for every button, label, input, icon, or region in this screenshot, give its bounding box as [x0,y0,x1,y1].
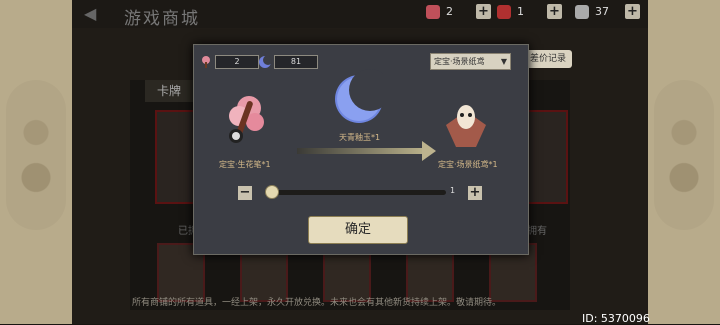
dragon-ornament-right [654,80,714,230]
cherry-blossom-icon [202,56,210,68]
resource-value: 2 [446,5,453,18]
jade-crescent-icon [335,69,384,123]
quantity-slider-track[interactable] [270,190,446,195]
resource-flower: 2 + [426,4,491,19]
chevron-down-icon: ▼ [500,57,507,66]
jade-crescent-icon [259,55,272,68]
tab-card[interactable]: 卡牌 [145,80,193,102]
add-resource-button[interactable]: + [476,4,491,19]
source-item-label: 定宝·生花笔*1 [219,160,271,169]
confirm-button[interactable]: 确定 [308,216,408,244]
increase-quantity-button[interactable]: + [468,186,482,200]
footer-notice: 所有商铺的所有道具，一经上架，永久开放兑换。未来也会有其他新货持续上架。敬请期待… [132,298,502,308]
mask-token-icon [497,4,511,19]
user-id: ID: 5370096 [582,312,650,325]
target-item-dropdown[interactable]: 定宝·场景纸鸢 ▼ [430,53,511,70]
add-resource-button[interactable]: + [625,4,640,19]
right-border-panel [648,0,720,324]
paper-kite-icon [446,105,486,147]
currency-counter-2: 81 [258,55,318,69]
resource-value: 37 [595,5,609,18]
page-title: 游戏商城 [124,9,200,29]
exchange-arrow [297,148,423,154]
flower-coin-icon [426,4,440,19]
currency-value: 81 [274,55,318,69]
back-arrow-icon[interactable]: ◀ [84,4,96,23]
left-border-panel [0,0,72,324]
resource-value: 1 [517,5,524,18]
currency-counter-1: 2 [199,55,259,69]
exchange-dialog: 2 81 定宝·场景纸鸢 ▼ 定宝·生花笔*1 天青釉玉*1 定宝·场景纸鸢*1… [193,44,529,255]
quantity-value: 1 [450,186,456,195]
resource-mask: 1 + [497,4,562,19]
cost-item-label: 天青釉玉*1 [339,133,381,142]
arrow-head-icon [422,141,436,161]
owned-label: 拥有 [527,226,547,237]
currency-value: 2 [215,55,259,69]
price-record-button[interactable]: 差价记录 [524,50,572,68]
dragon-ornament-left [6,80,66,230]
flower-brush-icon [229,96,264,143]
quantity-slider-knob[interactable] [265,185,279,199]
decrease-quantity-button[interactable]: − [238,186,252,200]
figure-token-icon [575,4,589,19]
add-resource-button[interactable]: + [547,4,562,19]
dropdown-selected-label: 定宝·场景纸鸢 [434,57,485,66]
target-item-label: 定宝·场景纸鸢*1 [438,160,498,169]
resource-figure: 37 + [575,4,640,19]
